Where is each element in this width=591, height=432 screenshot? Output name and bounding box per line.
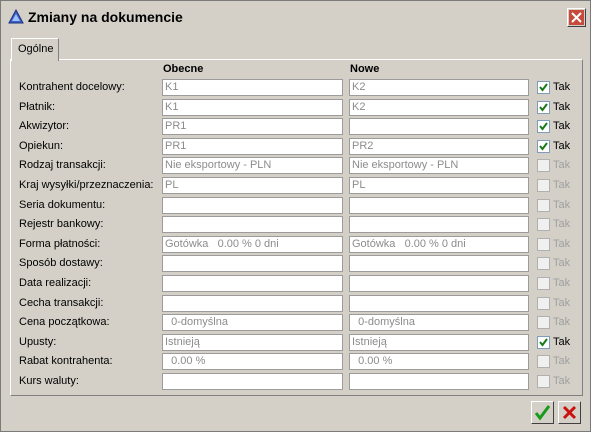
apply-checkbox[interactable] <box>537 101 550 114</box>
row-label: Cena początkowa: <box>19 316 110 328</box>
apply-checkbox[interactable] <box>537 199 550 212</box>
row-label: Kurs waluty: <box>19 375 79 387</box>
tab-label: Ogólne <box>18 43 54 55</box>
new-value-field[interactable] <box>349 295 529 312</box>
column-header-current: Obecne <box>163 63 204 75</box>
checkmark-icon <box>539 338 548 347</box>
current-value-field: Nie eksportowy - PLN <box>162 157 343 174</box>
apply-checkbox-label[interactable]: Tak <box>553 81 570 93</box>
apply-checkbox-label[interactable]: Tak <box>553 218 570 230</box>
row-label: Akwizytor: <box>19 120 70 132</box>
apply-checkbox-label[interactable]: Tak <box>553 120 570 132</box>
current-value-field: Istnieją <box>162 334 343 351</box>
new-value-field[interactable] <box>349 255 529 272</box>
new-value-field[interactable]: PL <box>349 177 529 194</box>
current-value-field <box>162 255 343 272</box>
current-value-field: PR1 <box>162 138 343 155</box>
column-header-new: Nowe <box>350 63 380 75</box>
new-value-field[interactable] <box>349 197 529 214</box>
row-label: Rabat kontrahenta: <box>19 355 113 367</box>
apply-checkbox-label[interactable]: Tak <box>553 101 570 113</box>
new-value-field[interactable]: K2 <box>349 99 529 116</box>
row-label: Kontrahent docelowy: <box>19 81 125 93</box>
close-button[interactable] <box>567 8 586 27</box>
current-value-field: PR1 <box>162 118 343 135</box>
apply-checkbox-label[interactable]: Tak <box>553 336 570 348</box>
row-label: Forma płatności: <box>19 238 101 250</box>
current-value-field: K1 <box>162 99 343 116</box>
current-value-field: Gotówka 0.00 % 0 dni <box>162 236 343 253</box>
apply-checkbox-label[interactable]: Tak <box>553 375 570 387</box>
apply-checkbox-label[interactable]: Tak <box>553 355 570 367</box>
new-value-field[interactable]: 0.00 % <box>349 353 529 370</box>
current-value-field <box>162 275 343 292</box>
check-icon <box>534 405 551 421</box>
apply-checkbox-label[interactable]: Tak <box>553 140 570 152</box>
apply-checkbox-label[interactable]: Tak <box>553 199 570 211</box>
row-label: Rejestr bankowy: <box>19 218 104 230</box>
apply-checkbox-label[interactable]: Tak <box>553 159 570 171</box>
row-label: Upusty: <box>19 336 57 348</box>
current-value-field: 0-domyślna <box>162 314 343 331</box>
current-value-field <box>162 373 343 390</box>
row-label: Sposób dostawy: <box>19 257 103 269</box>
row-label: Seria dokumentu: <box>19 199 106 211</box>
checkmark-icon <box>539 122 548 131</box>
cancel-button[interactable] <box>558 401 581 424</box>
checkmark-icon <box>539 83 548 92</box>
new-value-field[interactable]: K2 <box>349 79 529 96</box>
new-value-field[interactable]: Nie eksportowy - PLN <box>349 157 529 174</box>
apply-checkbox[interactable] <box>537 277 550 290</box>
row-label: Rodzaj transakcji: <box>19 159 106 171</box>
apply-checkbox[interactable] <box>537 238 550 251</box>
checkmark-icon <box>539 103 548 112</box>
new-value-field[interactable] <box>349 373 529 390</box>
title-bar: Zmiany na dokumencie <box>2 2 589 31</box>
row-label: Data realizacji: <box>19 277 92 289</box>
apply-checkbox[interactable] <box>537 355 550 368</box>
apply-checkbox[interactable] <box>537 140 550 153</box>
apply-checkbox-label[interactable]: Tak <box>553 277 570 289</box>
window-title: Zmiany na dokumencie <box>28 9 183 25</box>
current-value-field <box>162 197 343 214</box>
row-label: Cecha transakcji: <box>19 297 104 309</box>
apply-checkbox-label[interactable]: Tak <box>553 179 570 191</box>
new-value-field[interactable] <box>349 216 529 233</box>
apply-checkbox[interactable] <box>537 375 550 388</box>
apply-checkbox-label[interactable]: Tak <box>553 238 570 250</box>
new-value-field[interactable]: 0-domyślna <box>349 314 529 331</box>
current-value-field: K1 <box>162 79 343 96</box>
current-value-field <box>162 216 343 233</box>
apply-checkbox[interactable] <box>537 218 550 231</box>
current-value-field: PL <box>162 177 343 194</box>
new-value-field[interactable]: Istnieją <box>349 334 529 351</box>
apply-checkbox[interactable] <box>537 81 550 94</box>
new-value-field[interactable] <box>349 275 529 292</box>
apply-checkbox[interactable] <box>537 297 550 310</box>
apply-checkbox[interactable] <box>537 336 550 349</box>
row-label: Płatnik: <box>19 101 56 113</box>
apply-checkbox[interactable] <box>537 257 550 270</box>
apply-checkbox[interactable] <box>537 179 550 192</box>
apply-checkbox[interactable] <box>537 120 550 133</box>
apply-checkbox-label[interactable]: Tak <box>553 257 570 269</box>
row-label: Kraj wysyłki/przeznaczenia: <box>19 179 154 191</box>
dialog-window: Zmiany na dokumencie Ogólne Obecne Nowe … <box>0 0 591 432</box>
row-label: Opiekun: <box>19 140 64 152</box>
apply-checkbox[interactable] <box>537 159 550 172</box>
new-value-field[interactable]: Gotówka 0.00 % 0 dni <box>349 236 529 253</box>
checkmark-icon <box>539 142 548 151</box>
current-value-field: 0.00 % <box>162 353 343 370</box>
new-value-field[interactable]: PR2 <box>349 138 529 155</box>
apply-checkbox-label[interactable]: Tak <box>553 316 570 328</box>
apply-checkbox-label[interactable]: Tak <box>553 297 570 309</box>
new-value-field[interactable] <box>349 118 529 135</box>
ok-button[interactable] <box>531 401 554 424</box>
app-triangle-icon <box>8 8 24 25</box>
x-icon <box>562 405 577 420</box>
close-icon <box>569 10 584 25</box>
current-value-field <box>162 295 343 312</box>
apply-checkbox[interactable] <box>537 316 550 329</box>
tab-ogolne[interactable]: Ogólne <box>11 38 59 61</box>
